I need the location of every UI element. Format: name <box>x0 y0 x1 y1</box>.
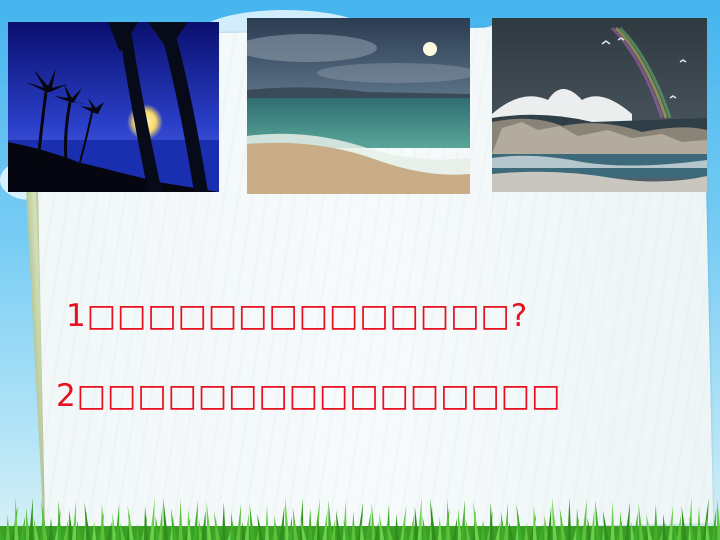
photo-moonlit-beach <box>247 18 470 194</box>
grass-blade <box>308 508 313 540</box>
grass-blade <box>72 501 76 540</box>
question-2: 2□□□□□□□□□□□□□□□□ <box>56 378 561 414</box>
grass-blade <box>489 502 494 540</box>
question-1-number: 1 <box>66 298 87 334</box>
grass-blade <box>567 498 572 540</box>
grass-blade <box>144 506 148 540</box>
grass-blade <box>178 499 183 540</box>
grass-blade <box>201 510 206 540</box>
grass-blade <box>610 501 615 540</box>
grass-blade <box>619 511 624 540</box>
photo-waves-on-rocks-image <box>492 18 707 192</box>
photo-moonlit-palms-image <box>8 22 219 192</box>
grass-blade <box>28 498 33 540</box>
question-1: 1□□□□□□□□□□□□□□? <box>66 298 528 334</box>
grass-blade <box>532 505 537 540</box>
grass-blade <box>417 497 422 540</box>
grass-blade <box>653 504 658 540</box>
grass-blade <box>504 503 508 540</box>
grass-blade <box>285 497 290 540</box>
grass-blade <box>187 509 192 540</box>
grass-blade <box>446 499 451 540</box>
grass-blade <box>328 500 333 540</box>
grass-blade <box>460 500 465 540</box>
slide: 1□□□□□□□□□□□□□□? 2□□□□□□□□□□□□□□□□ <box>0 0 720 540</box>
grass-blade <box>57 500 62 540</box>
question-1-text: □□□□□□□□□□□□□□? <box>86 298 529 334</box>
grass-blade <box>221 502 226 540</box>
photo-waves-on-rocks <box>492 18 707 192</box>
grass-blade <box>265 505 269 540</box>
grass-blade <box>351 511 356 540</box>
grass-blade <box>158 507 163 540</box>
question-2-text: □□□□□□□□□□□□□□□□ <box>76 378 562 414</box>
grass-blade <box>576 508 580 540</box>
grass-blade <box>14 497 19 540</box>
photo-moonlit-palms <box>8 22 219 192</box>
question-2-number: 2 <box>56 378 77 414</box>
grass-blade <box>697 507 701 540</box>
grass <box>0 497 720 540</box>
grass-blade <box>371 503 376 540</box>
grass-blade <box>100 503 105 540</box>
moon <box>423 42 437 56</box>
photo-moonlit-beach-image <box>247 18 470 194</box>
